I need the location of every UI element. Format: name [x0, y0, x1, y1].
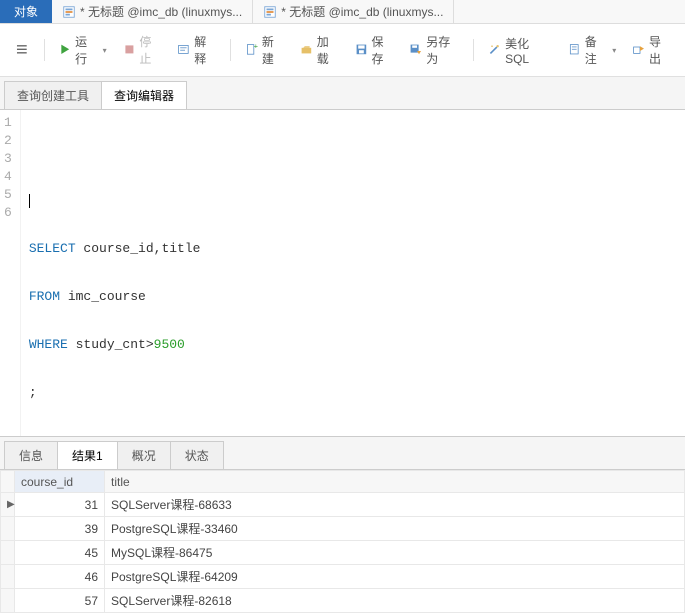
tab-result1[interactable]: 结果1: [57, 441, 118, 469]
tab-file-2-label: * 无标题 @imc_db (linuxmys...: [281, 3, 443, 20]
new-icon: +: [245, 43, 258, 57]
table-row[interactable]: 46PostgreSQL课程-64209: [1, 565, 685, 589]
table-row[interactable]: 39PostgreSQL课程-33460: [1, 517, 685, 541]
saveas-icon: [409, 43, 422, 57]
load-icon: [300, 43, 313, 57]
cell-title[interactable]: PostgreSQL课程-33460: [105, 517, 685, 541]
result-tabs: 信息 结果1 概况 状态: [0, 436, 685, 470]
table-row[interactable]: ▶31SQLServer课程-68633: [1, 493, 685, 517]
cell-course-id[interactable]: 46: [15, 565, 105, 589]
save-button[interactable]: 保存: [349, 30, 400, 70]
cell-title[interactable]: SQLServer课程-68633: [105, 493, 685, 517]
top-tabs: 对象 * 无标题 @imc_db (linuxmys... * 无标题 @imc…: [0, 0, 685, 24]
row-handle[interactable]: [1, 541, 15, 565]
toolbar: ≡ 运行▾ 停止 解释 + 新建 加载 保存 另存为 美化 SQL 备注▾ 导出: [0, 24, 685, 77]
load-button[interactable]: 加载: [294, 30, 345, 70]
tab-query-editor[interactable]: 查询编辑器: [101, 81, 187, 109]
grid-header-row: course_id title: [1, 471, 685, 493]
run-button[interactable]: 运行▾: [53, 30, 113, 70]
code-area[interactable]: SELECT course_id,title FROM imc_course W…: [21, 110, 685, 436]
note-icon: [568, 43, 581, 57]
query-file-icon: [263, 5, 277, 19]
stop-button[interactable]: 停止: [117, 30, 168, 70]
tab-info[interactable]: 信息: [4, 441, 58, 469]
play-icon: [59, 43, 72, 57]
stop-icon: [123, 43, 136, 57]
row-handle[interactable]: [1, 589, 15, 613]
tab-profile[interactable]: 概况: [117, 441, 171, 469]
tab-object[interactable]: 对象: [0, 0, 52, 23]
remark-button[interactable]: 备注▾: [562, 30, 622, 70]
col-header-title[interactable]: title: [105, 471, 685, 493]
save-icon: [355, 43, 368, 57]
tab-query-builder[interactable]: 查询创建工具: [4, 81, 102, 109]
table-row[interactable]: 45MySQL课程-86475: [1, 541, 685, 565]
row-handle[interactable]: [1, 517, 15, 541]
tab-status[interactable]: 状态: [170, 441, 224, 469]
explain-icon: [177, 43, 190, 57]
export-icon: [632, 43, 645, 57]
query-subtabs: 查询创建工具 查询编辑器: [0, 77, 685, 110]
sql-editor[interactable]: 1 2 3 4 5 6 SELECT course_id,title FROM …: [0, 110, 685, 436]
export-button[interactable]: 导出: [626, 30, 677, 70]
cell-course-id[interactable]: 31: [15, 493, 105, 517]
cell-title[interactable]: SQLServer课程-82618: [105, 589, 685, 613]
tab-file-2[interactable]: * 无标题 @imc_db (linuxmys...: [253, 0, 454, 23]
query-file-icon: [62, 5, 76, 19]
new-button[interactable]: + 新建: [239, 30, 290, 70]
row-handle[interactable]: ▶: [1, 493, 15, 517]
result-grid: course_id title ▶31SQLServer课程-6863339Po…: [0, 470, 685, 613]
table-row[interactable]: 57SQLServer课程-82618: [1, 589, 685, 613]
svg-text:+: +: [254, 43, 258, 51]
tab-file-1[interactable]: * 无标题 @imc_db (linuxmys...: [52, 0, 253, 23]
cell-course-id[interactable]: 45: [15, 541, 105, 565]
cell-course-id[interactable]: 39: [15, 517, 105, 541]
cell-title[interactable]: PostgreSQL课程-64209: [105, 565, 685, 589]
saveas-button[interactable]: 另存为: [403, 30, 465, 70]
wand-icon: [488, 43, 501, 57]
beautify-button[interactable]: 美化 SQL: [482, 32, 558, 69]
line-gutter: 1 2 3 4 5 6: [0, 110, 21, 436]
cell-title[interactable]: MySQL课程-86475: [105, 541, 685, 565]
hamburger-icon[interactable]: ≡: [8, 39, 36, 62]
tab-file-1-label: * 无标题 @imc_db (linuxmys...: [80, 3, 242, 20]
row-handle[interactable]: [1, 565, 15, 589]
explain-button[interactable]: 解释: [171, 30, 222, 70]
cell-course-id[interactable]: 57: [15, 589, 105, 613]
col-header-course-id[interactable]: course_id: [15, 471, 105, 493]
text-cursor: [29, 194, 30, 208]
